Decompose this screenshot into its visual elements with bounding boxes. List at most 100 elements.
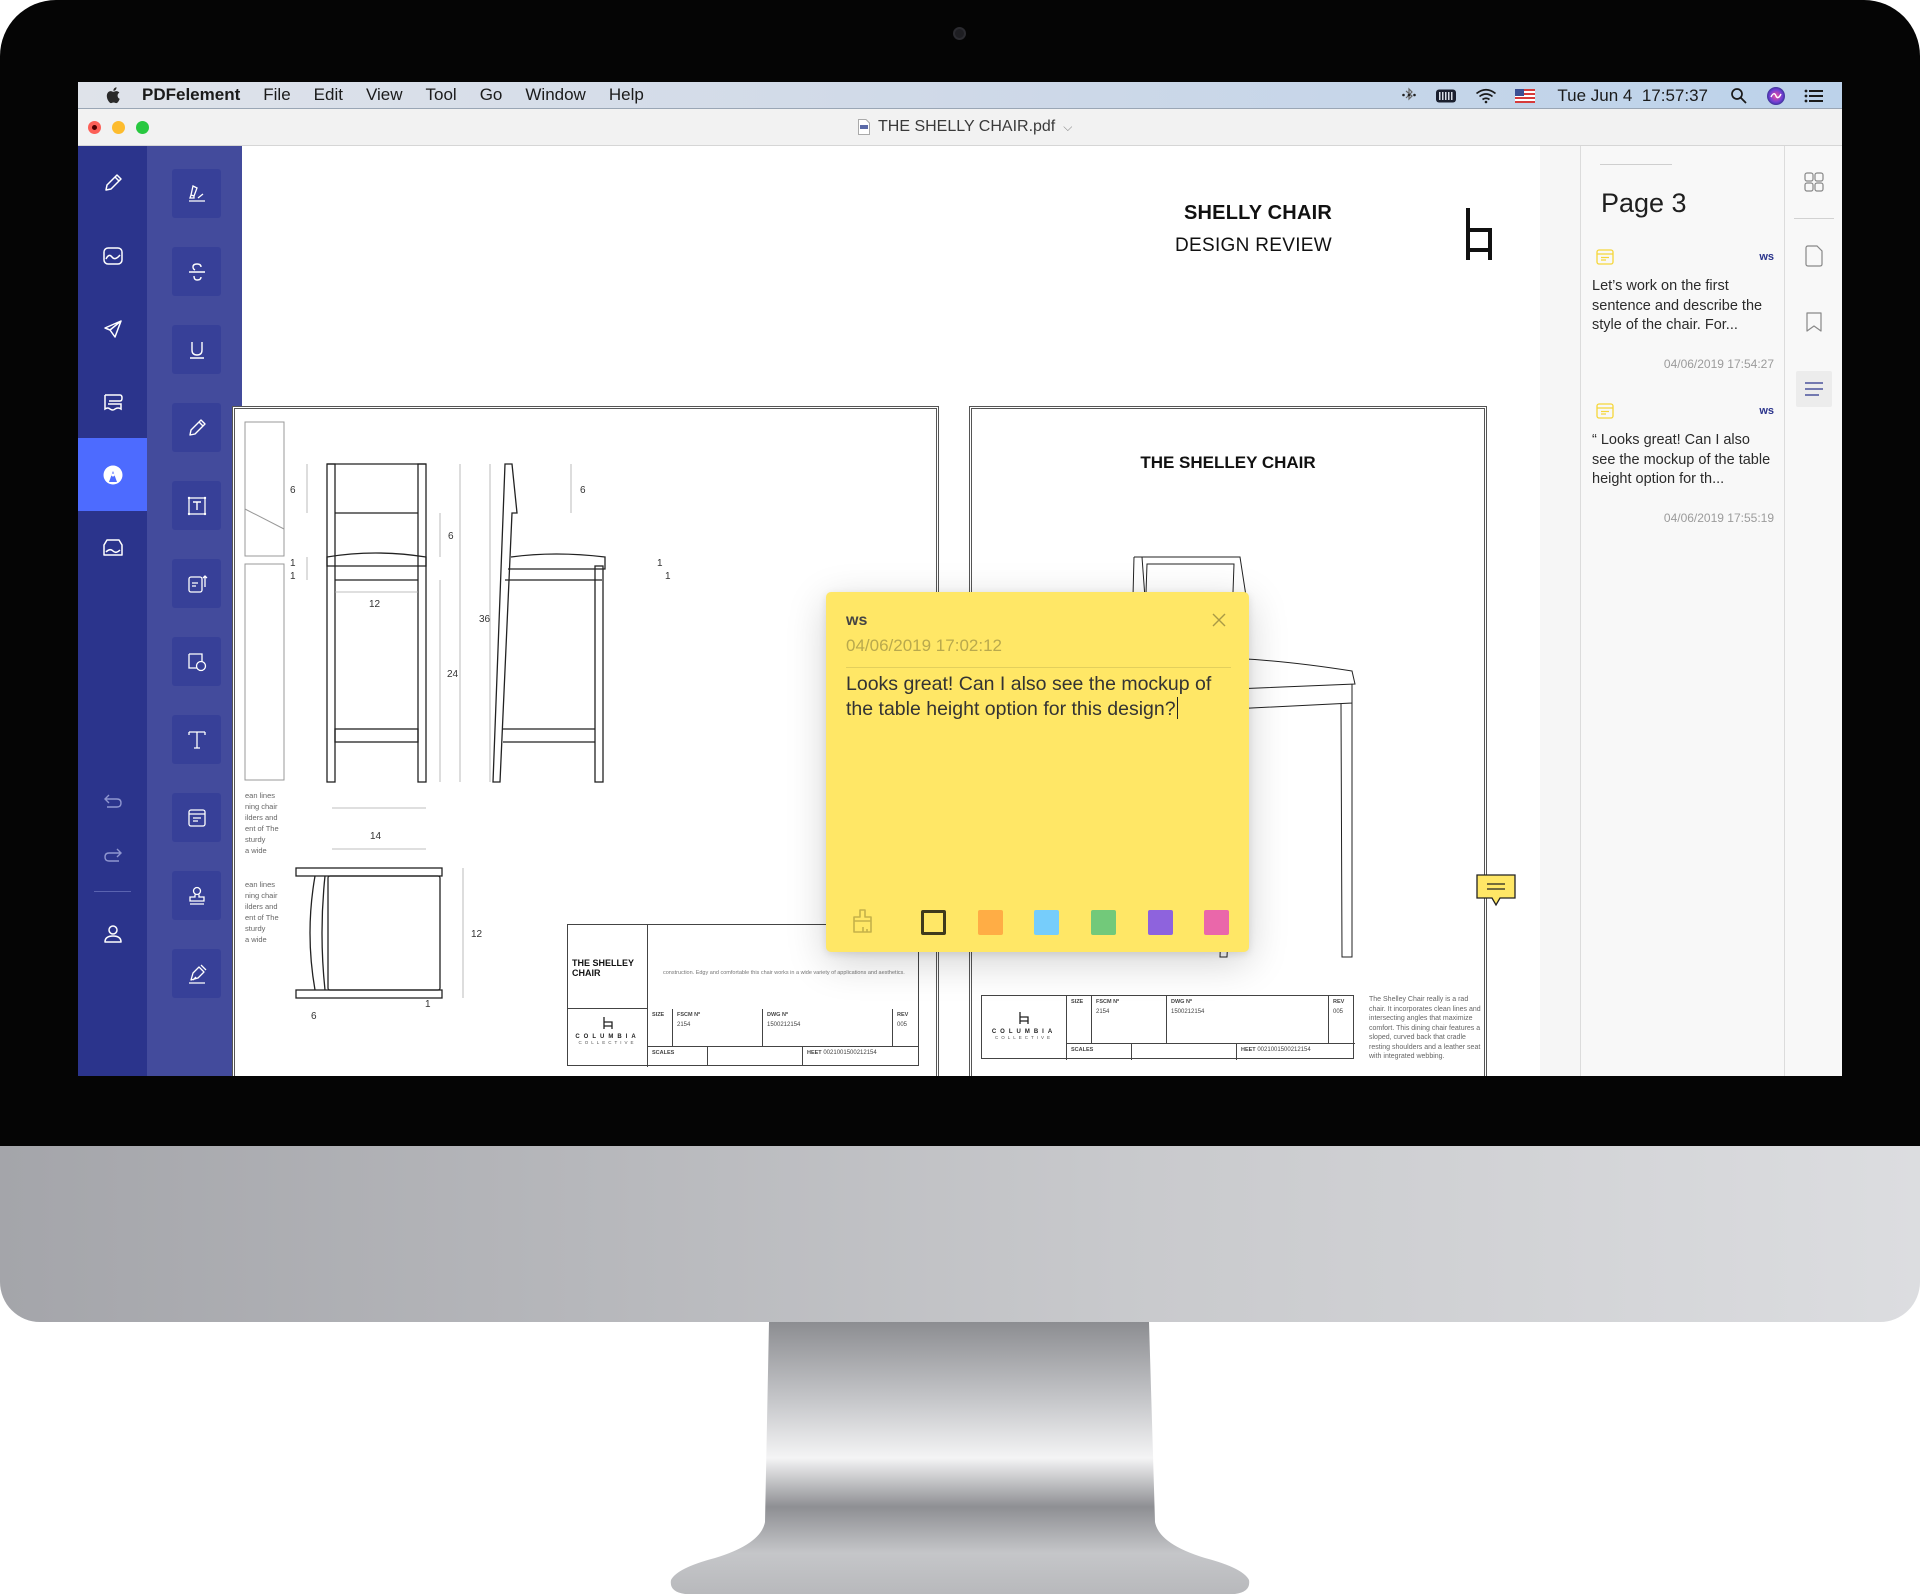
- window-minimize-button[interactable]: [112, 121, 125, 134]
- annotation-author: ws: [1759, 251, 1774, 263]
- fscm-label: FSCM Nº: [1096, 999, 1120, 1005]
- chevron-down-icon[interactable]: ⌵: [1063, 120, 1072, 135]
- brand-sub: COLLECTIVE: [578, 1040, 637, 1045]
- monitor-chin: [0, 1146, 1920, 1322]
- tool-underline[interactable]: [172, 325, 221, 374]
- rail-thumbnails[interactable]: [1797, 165, 1831, 199]
- right-icon-rail: [1784, 146, 1842, 1076]
- document-header: SHELLY CHAIR DESIGN REVIEW: [1175, 202, 1332, 257]
- annotation-text: “ Looks great! Can I also see the mockup…: [1592, 432, 1771, 487]
- rail-bookmarks[interactable]: [1797, 305, 1831, 339]
- left-description-snippet-2: ean lines ning chair ilders and ent of The…: [245, 880, 279, 944]
- nav-organize[interactable]: [78, 365, 147, 438]
- chair-description: The Shelley Chair really is a rad chair.…: [1369, 996, 1481, 1060]
- tool-signature[interactable]: [172, 949, 221, 998]
- color-swatch-orange[interactable]: [978, 910, 1003, 935]
- annotation-item[interactable]: ws Let’s work on the first sentence and …: [1592, 249, 1774, 379]
- rail-annotations[interactable]: [1796, 371, 1832, 407]
- color-swatch-purple[interactable]: [1148, 910, 1173, 935]
- menu-edit[interactable]: Edit: [314, 85, 343, 105]
- sheet-value: 0021001500212154: [823, 1050, 877, 1056]
- annotation-author: ws: [1759, 405, 1774, 417]
- apple-menu-icon[interactable]: [104, 85, 124, 105]
- us-flag-input-icon[interactable]: [1515, 88, 1536, 103]
- menu-help[interactable]: Help: [609, 85, 644, 105]
- menu-go[interactable]: Go: [480, 85, 503, 105]
- tool-stamp[interactable]: [172, 871, 221, 920]
- notification-center-icon[interactable]: [1804, 88, 1824, 104]
- undo-button[interactable]: [78, 776, 147, 826]
- dim-front-leg: 24: [447, 669, 459, 680]
- scales-label: SCALES: [1071, 1047, 1094, 1053]
- size-label: SIZE: [652, 1012, 665, 1018]
- canvas-scroll-gutter[interactable]: [1540, 146, 1580, 1076]
- close-icon[interactable]: [1211, 612, 1227, 628]
- menubar-clock[interactable]: Tue Jun 4 17:57:37: [1557, 86, 1708, 106]
- note-icon: [1596, 403, 1614, 419]
- note-timestamp: 04/06/2019 17:02:12: [846, 636, 1002, 655]
- annotation-date: 04/06/2019 17:54:27: [1663, 357, 1774, 371]
- dim-side-seat1: 1: [657, 558, 663, 569]
- menu-tool[interactable]: Tool: [426, 85, 457, 105]
- spotlight-search-icon[interactable]: [1730, 87, 1748, 105]
- color-swatch-green[interactable]: [1091, 910, 1116, 935]
- paint-brush-icon[interactable]: [851, 908, 875, 934]
- rev-label: REV: [1333, 999, 1345, 1005]
- tool-strikethrough[interactable]: [172, 247, 221, 296]
- nav-edit[interactable]: [78, 146, 147, 219]
- redo-button[interactable]: [78, 830, 147, 880]
- tool-text-box[interactable]: [172, 481, 221, 530]
- wifi-icon[interactable]: [1475, 88, 1497, 104]
- nav-form[interactable]: [78, 511, 147, 584]
- underline-icon: [189, 341, 204, 359]
- bluetooth-icon[interactable]: [1401, 87, 1417, 105]
- menu-window[interactable]: Window: [525, 85, 585, 105]
- dim-front-width: 12: [369, 599, 381, 610]
- page-icon: [1805, 245, 1823, 267]
- dwg-value: 1500212154: [767, 1022, 801, 1028]
- dwg-value: 1500212154: [1171, 1009, 1205, 1015]
- sheet-label: HEET: [1241, 1047, 1256, 1053]
- menu-view[interactable]: View: [366, 85, 403, 105]
- rail-divider: [1794, 218, 1834, 219]
- menu-app-name[interactable]: PDFelement: [142, 85, 240, 105]
- tool-highlight[interactable]: [172, 169, 221, 218]
- tool-pencil[interactable]: [172, 403, 221, 452]
- tool-shapes[interactable]: [172, 637, 221, 686]
- nav-image[interactable]: [78, 219, 147, 292]
- tool-typewriter[interactable]: [172, 715, 221, 764]
- document-title[interactable]: THE SHELLY CHAIR.pdf ⌵: [858, 118, 1072, 136]
- dwg-label: DWG Nº: [1171, 999, 1192, 1005]
- highlight-icon: [188, 184, 205, 202]
- siri-icon[interactable]: [1766, 86, 1786, 106]
- battery-icon[interactable]: [1435, 88, 1457, 104]
- screen: PDFelement File Edit View Tool Go Window…: [78, 82, 1842, 1076]
- text-icon: [187, 730, 206, 749]
- note-text-area[interactable]: Looks great! Can I also see the mockup o…: [846, 672, 1226, 722]
- window-zoom-button[interactable]: [136, 121, 149, 134]
- dim-side-seat2: 1: [665, 571, 671, 582]
- tool-callout[interactable]: [172, 559, 221, 608]
- annotation-item[interactable]: ws “ Looks great! Can I also see the moc…: [1592, 403, 1774, 533]
- menu-file[interactable]: File: [263, 85, 290, 105]
- tool-sticky-note[interactable]: [172, 793, 221, 842]
- nav-comment[interactable]: [78, 438, 147, 511]
- sticky-note-popup: ws 04/06/2019 17:02:12 Looks great! Can …: [826, 592, 1249, 952]
- document-canvas[interactable]: SHELLY CHAIR DESIGN REVIEW 6 6 1 1 12 24…: [232, 146, 1540, 1076]
- sheet-value: 0021001500212154: [1257, 1047, 1311, 1053]
- color-swatch-pink[interactable]: [1204, 910, 1229, 935]
- comment-marker-2[interactable]: [1476, 874, 1516, 908]
- bookmark-icon: [1806, 312, 1822, 332]
- rail-pages[interactable]: [1797, 239, 1831, 273]
- color-swatch-blue[interactable]: [1034, 910, 1059, 935]
- dwg-label: DWG Nº: [767, 1012, 788, 1018]
- grid-icon: [1804, 172, 1824, 192]
- note-divider: [846, 667, 1231, 668]
- nav-share[interactable]: [78, 292, 147, 365]
- rev-label: REV: [897, 1012, 909, 1018]
- rev-value: 005: [897, 1022, 908, 1028]
- color-swatch-yellow[interactable]: [921, 910, 946, 935]
- window-close-button[interactable]: [88, 121, 101, 134]
- account-button[interactable]: [78, 904, 147, 964]
- sheet-label: HEET: [807, 1050, 822, 1056]
